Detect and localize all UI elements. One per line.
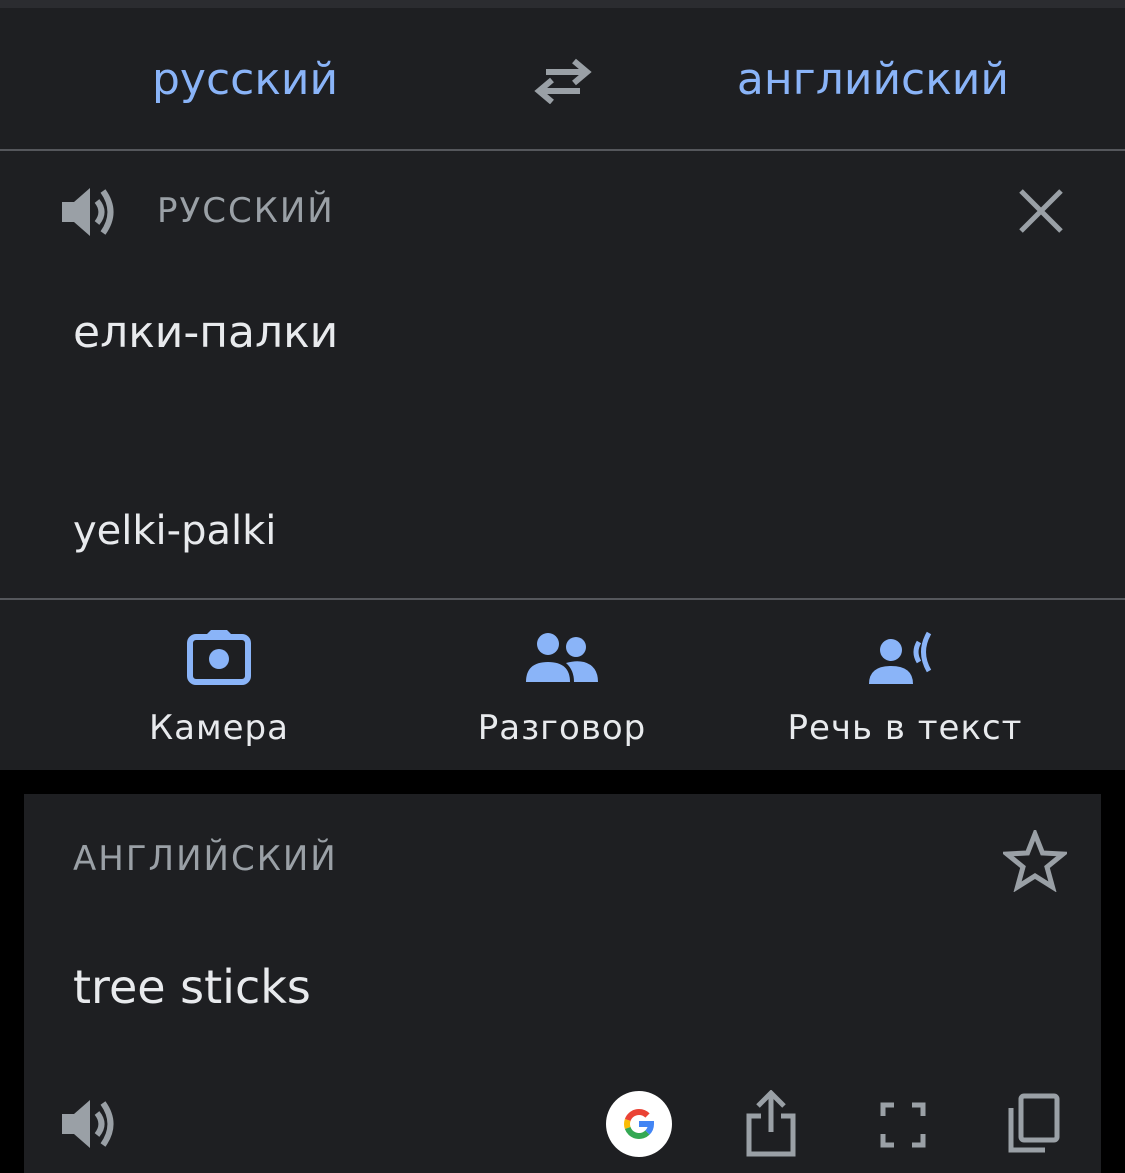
source-text[interactable]: елки-палки xyxy=(73,305,338,361)
fullscreen-icon[interactable] xyxy=(880,1102,926,1148)
source-language-button[interactable]: русский xyxy=(152,50,338,110)
source-language-label: РУССКИЙ xyxy=(157,191,335,231)
camera-icon xyxy=(187,630,251,685)
swap-languages-icon[interactable] xyxy=(532,58,594,104)
camera-label: Камера xyxy=(149,708,289,748)
people-icon xyxy=(526,633,598,682)
voice-icon xyxy=(869,631,932,684)
source-speaker-icon[interactable] xyxy=(60,184,120,240)
close-icon[interactable] xyxy=(1016,186,1066,236)
star-icon[interactable] xyxy=(1003,830,1067,892)
camera-button[interactable]: Камера xyxy=(54,600,384,770)
share-icon[interactable] xyxy=(744,1090,798,1158)
conversation-label: Разговор xyxy=(477,708,647,748)
conversation-button[interactable]: Разговор xyxy=(397,600,727,770)
language-bar: русский английский xyxy=(0,8,1125,149)
speech-to-text-label: Речь в текст xyxy=(787,708,1023,748)
target-language-button[interactable]: английский xyxy=(737,50,1009,110)
status-strip xyxy=(0,0,1125,8)
input-tools-bar: Камера Разговор Речь в текст xyxy=(0,600,1125,770)
google-lens-icon[interactable] xyxy=(605,1090,673,1158)
copy-icon[interactable] xyxy=(1005,1092,1061,1156)
transliteration-text: yelki-palki xyxy=(73,508,277,554)
target-language-label: АНГЛИЙСКИЙ xyxy=(73,839,338,879)
speech-to-text-button[interactable]: Речь в текст xyxy=(740,600,1070,770)
translation-speaker-icon[interactable] xyxy=(60,1096,120,1152)
translation-text[interactable]: tree sticks xyxy=(73,958,311,1016)
